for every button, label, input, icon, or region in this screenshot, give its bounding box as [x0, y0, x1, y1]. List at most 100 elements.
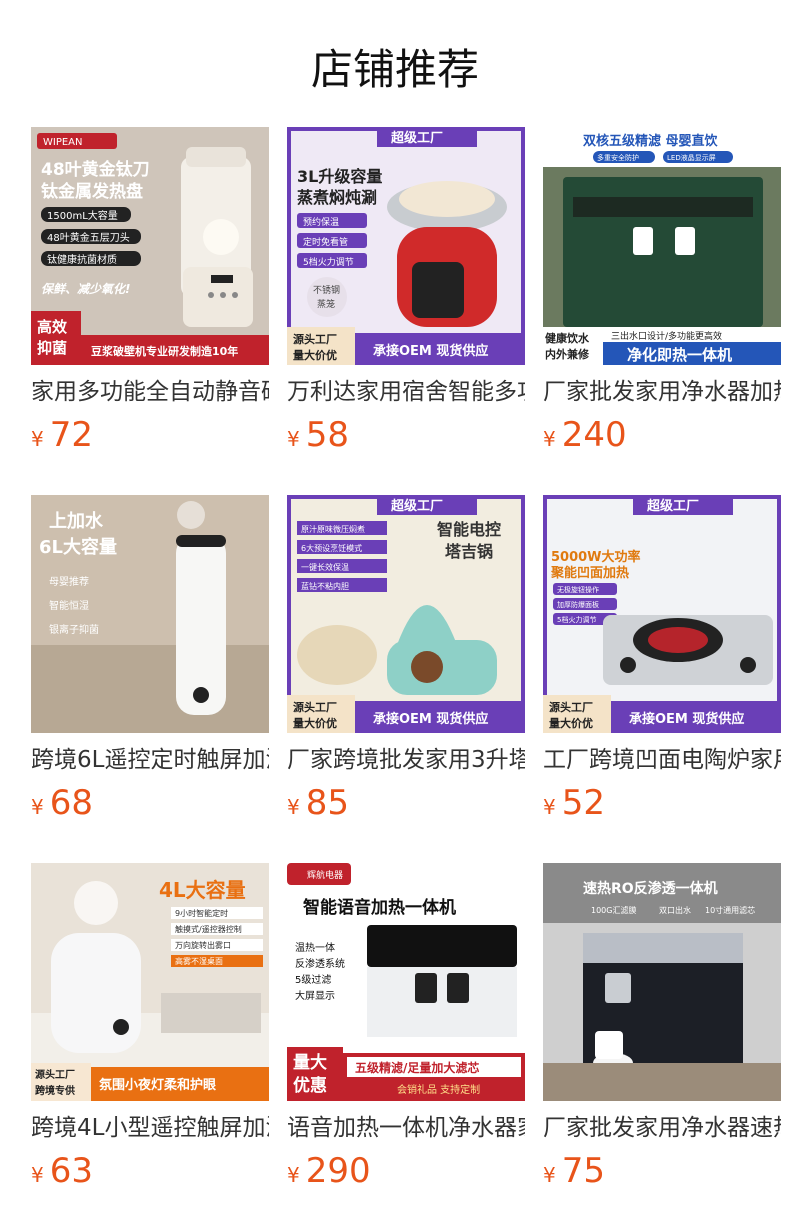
product-card[interactable]: 辉航电器 智能语音加热一体机 温热一体 反渗透系统 5级过滤 大屏显示 量大 优…: [287, 863, 525, 1197]
product-card[interactable]: 超级工厂 3L升级容量 蒸煮焖炖涮 预约保温 定时免看管 5档火力调节 不锈钢 …: [287, 127, 525, 461]
product-image[interactable]: 速热RO反渗透一体机 100G汇滤膜 双口出水 10寸通用滤芯: [543, 863, 781, 1101]
svg-text:超级工厂: 超级工厂: [647, 498, 699, 514]
svg-text:母婴推荐: 母婴推荐: [49, 575, 89, 588]
product-card[interactable]: 速热RO反渗透一体机 100G汇滤膜 双口出水 10寸通用滤芯 厂家批发家用净水…: [543, 863, 781, 1197]
svg-text:保鲜、减少氧化!: 保鲜、减少氧化!: [41, 282, 130, 296]
svg-text:源头工厂: 源头工厂: [35, 1068, 75, 1081]
svg-text:内外兼修: 内外兼修: [545, 347, 590, 361]
product-card[interactable]: 4L大容量 9小时智能定时 触摸式/遥控器控制 万向旋转出雾口 高雾不湿桌面 源…: [31, 863, 269, 1197]
product-name[interactable]: 厂家批发家用净水器速热一体机: [543, 1111, 781, 1145]
product-image[interactable]: 超级工厂 5000W大功率 聚能凹面加热 无极旋钮操作 加厚防爆面板 5档火力调…: [543, 495, 781, 733]
svg-text:5档火力调节: 5档火力调节: [303, 256, 354, 268]
svg-text:源头工厂: 源头工厂: [549, 700, 593, 714]
svg-text:智能电控: 智能电控: [437, 520, 501, 539]
product-name[interactable]: 万利达家用宿舍智能多功能电炖锅: [287, 375, 525, 409]
svg-text:加厚防爆面板: 加厚防爆面板: [557, 600, 599, 609]
svg-text:大屏显示: 大屏显示: [295, 989, 335, 1002]
product-image[interactable]: 双核五级精滤 母婴直饮 多重安全防护 LED液晶显示屏 健康饮水 内外兼修 三出…: [543, 127, 781, 365]
svg-text:抑菌: 抑菌: [37, 339, 67, 357]
svg-text:智能语音加热一体机: 智能语音加热一体机: [303, 897, 456, 918]
product-name[interactable]: 厂家批发家用净水器加热一体机: [543, 375, 781, 409]
product-image[interactable]: 超级工厂 原汁原味微压焖煮 6大预设烹饪模式 一键长效保温 蓝钻不粘内胆 智能电…: [287, 495, 525, 733]
svg-text:定时免看管: 定时免看管: [303, 236, 348, 248]
svg-text:承接OEM 现货供应: 承接OEM 现货供应: [373, 711, 488, 727]
product-price: ¥85: [287, 783, 349, 823]
product-image[interactable]: 4L大容量 9小时智能定时 触摸式/遥控器控制 万向旋转出雾口 高雾不湿桌面 源…: [31, 863, 269, 1101]
svg-text:9小时智能定时: 9小时智能定时: [175, 908, 228, 918]
brand-logo: 辉航电器: [307, 869, 343, 881]
svg-text:三出水口设计/多功能更高效: 三出水口设计/多功能更高效: [611, 330, 722, 342]
svg-text:上加水: 上加水: [49, 510, 104, 532]
svg-text:高效: 高效: [37, 318, 68, 336]
brand-logo: WIPEAN: [43, 137, 83, 148]
svg-text:蒸煮焖炖涮: 蒸煮焖炖涮: [297, 188, 377, 207]
svg-text:双核五级精滤 母婴直饮: 双核五级精滤 母婴直饮: [583, 133, 719, 149]
svg-text:多重安全防护: 多重安全防护: [597, 153, 639, 162]
svg-text:量大价优: 量大价优: [293, 716, 337, 730]
svg-text:智能恒湿: 智能恒湿: [49, 599, 89, 612]
svg-text:预约保温: 预约保温: [303, 216, 339, 228]
product-card[interactable]: 上加水 6L大容量 母婴推荐 智能恒湿 银离子抑菌 跨境6L遥控定时触屏加湿器 …: [31, 495, 269, 829]
svg-text:承接OEM 现货供应: 承接OEM 现货供应: [629, 711, 744, 727]
product-name[interactable]: 语音加热一体机净水器家用: [287, 1111, 525, 1145]
product-image[interactable]: 上加水 6L大容量 母婴推荐 智能恒湿 银离子抑菌: [31, 495, 269, 733]
product-name[interactable]: 跨境4L小型遥控触屏加湿器: [31, 1111, 269, 1145]
svg-text:10寸通用滤芯: 10寸通用滤芯: [705, 905, 755, 915]
product-name[interactable]: 家用多功能全自动静音破壁机: [31, 375, 269, 409]
product-price: ¥68: [31, 783, 93, 823]
svg-text:双口出水: 双口出水: [659, 905, 691, 915]
svg-text:原汁原味微压焖煮: 原汁原味微压焖煮: [301, 524, 365, 534]
product-name[interactable]: 工厂跨境凹面电陶炉家用大功率: [543, 743, 781, 777]
svg-text:3L升级容量: 3L升级容量: [297, 167, 382, 186]
svg-text:无极旋钮操作: 无极旋钮操作: [557, 585, 599, 594]
svg-text:6L大容量: 6L大容量: [39, 536, 117, 558]
svg-text:不锈钢: 不锈钢: [313, 284, 340, 296]
product-name[interactable]: 厂家跨境批发家用3升塔吉锅: [287, 743, 525, 777]
page-title: 店铺推荐: [310, 45, 479, 94]
product-card[interactable]: 超级工厂 原汁原味微压焖煮 6大预设烹饪模式 一键长效保温 蓝钻不粘内胆 智能电…: [287, 495, 525, 829]
svg-text:塔吉锅: 塔吉锅: [445, 542, 493, 561]
product-card[interactable]: 双核五级精滤 母婴直饮 多重安全防护 LED液晶显示屏 健康饮水 内外兼修 三出…: [543, 127, 781, 461]
svg-text:豆浆破壁机专业研发制造10年: 豆浆破壁机专业研发制造10年: [91, 344, 238, 358]
product-image[interactable]: 超级工厂 3L升级容量 蒸煮焖炖涮 预约保温 定时免看管 5档火力调节 不锈钢 …: [287, 127, 525, 365]
svg-text:氛围小夜灯柔和护眼: 氛围小夜灯柔和护眼: [99, 1077, 217, 1093]
product-price: ¥58: [287, 415, 349, 455]
svg-text:LED液晶显示屏: LED液晶显示屏: [667, 153, 716, 162]
svg-text:温热一体: 温热一体: [295, 941, 335, 954]
product-image[interactable]: WIPEAN 48叶黄金钛刀 钛金属发热盘 1500mL大容量 48叶黄金五层刀…: [31, 127, 269, 365]
product-price: ¥240: [543, 415, 627, 455]
svg-text:量大: 量大: [293, 1052, 327, 1073]
svg-text:优惠: 优惠: [293, 1075, 327, 1096]
svg-text:5级过滤: 5级过滤: [295, 973, 331, 986]
svg-text:高雾不湿桌面: 高雾不湿桌面: [175, 956, 223, 966]
svg-text:净化即热一体机: 净化即热一体机: [627, 346, 732, 364]
product-card[interactable]: WIPEAN 48叶黄金钛刀 钛金属发热盘 1500mL大容量 48叶黄金五层刀…: [31, 127, 269, 461]
product-image[interactable]: 辉航电器 智能语音加热一体机 温热一体 反渗透系统 5级过滤 大屏显示 量大 优…: [287, 863, 525, 1101]
svg-text:蒸笼: 蒸笼: [317, 298, 335, 310]
svg-text:万向旋转出雾口: 万向旋转出雾口: [175, 940, 231, 950]
svg-text:5档火力调节: 5档火力调节: [557, 615, 596, 624]
svg-text:量大价优: 量大价优: [293, 348, 337, 362]
svg-text:蓝钻不粘内胆: 蓝钻不粘内胆: [301, 581, 349, 591]
svg-text:6大预设烹饪模式: 6大预设烹饪模式: [301, 543, 362, 553]
svg-text:源头工厂: 源头工厂: [293, 700, 337, 714]
svg-text:100G汇滤膜: 100G汇滤膜: [591, 905, 636, 915]
svg-text:聚能凹面加热: 聚能凹面加热: [550, 565, 629, 581]
svg-text:超级工厂: 超级工厂: [391, 498, 443, 514]
svg-text:会销礼品 支持定制: 会销礼品 支持定制: [397, 1083, 480, 1096]
svg-text:五级精滤/足量加大滤芯: 五级精滤/足量加大滤芯: [355, 1060, 479, 1075]
svg-text:速热RO反渗透一体机: 速热RO反渗透一体机: [583, 880, 718, 897]
svg-text:银离子抑菌: 银离子抑菌: [49, 623, 99, 636]
svg-text:超级工厂: 超级工厂: [391, 130, 443, 146]
svg-text:5000W大功率: 5000W大功率: [551, 549, 641, 565]
product-price: ¥75: [543, 1151, 605, 1191]
product-name[interactable]: 跨境6L遥控定时触屏加湿器: [31, 743, 269, 777]
product-price: ¥52: [543, 783, 605, 823]
svg-text:钛健康抗菌材质: 钛健康抗菌材质: [47, 253, 117, 266]
product-price: ¥63: [31, 1151, 93, 1191]
svg-text:触摸式/遥控器控制: 触摸式/遥控器控制: [175, 924, 242, 934]
svg-text:1500mL大容量: 1500mL大容量: [47, 209, 118, 222]
svg-text:48叶黄金五层刀头: 48叶黄金五层刀头: [47, 231, 130, 244]
svg-text:量大价优: 量大价优: [549, 716, 593, 730]
product-card[interactable]: 超级工厂 5000W大功率 聚能凹面加热 无极旋钮操作 加厚防爆面板 5档火力调…: [543, 495, 781, 829]
